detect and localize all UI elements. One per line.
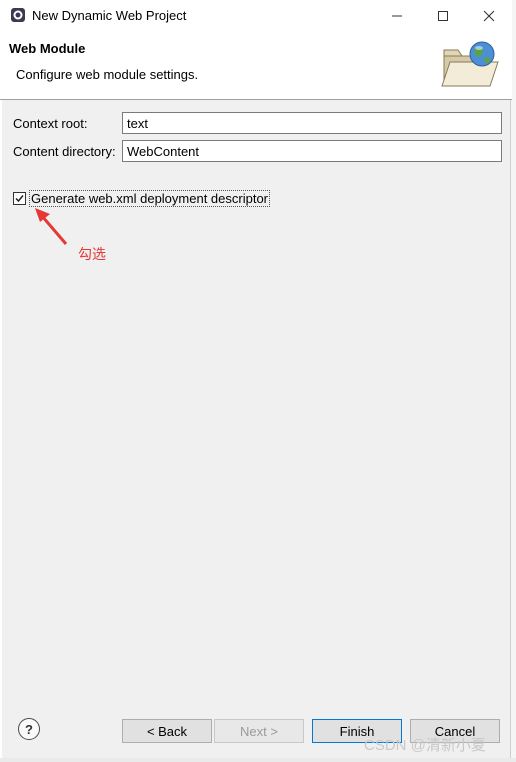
maximize-button[interactable] [420, 0, 466, 32]
checkmark-icon [15, 195, 24, 203]
csdn-watermark: CSDN @清新小夏 [364, 737, 486, 754]
next-button[interactable]: Next > [214, 719, 304, 743]
close-icon [483, 10, 495, 22]
red-arrow-annotation [35, 208, 68, 245]
minimize-icon [392, 15, 402, 17]
window-bottom-edge [0, 758, 516, 762]
page-title: Web Module [9, 41, 86, 56]
minimize-button[interactable] [374, 0, 420, 32]
content-directory-input[interactable] [122, 140, 502, 162]
back-button[interactable]: < Back [122, 719, 212, 743]
web-folder-globe-icon [441, 41, 499, 87]
close-button[interactable] [466, 0, 512, 32]
content-directory-label: Content directory: [13, 144, 116, 159]
help-icon[interactable]: ? [18, 718, 40, 740]
eclipse-app-icon [11, 8, 25, 22]
annotation-text: 勾选 [78, 246, 106, 262]
window-title: New Dynamic Web Project [32, 8, 187, 23]
maximize-icon [438, 11, 448, 21]
generate-descriptor-checkbox[interactable] [13, 192, 26, 205]
context-root-label: Context root: [13, 116, 88, 131]
background-editor-strip [510, 0, 516, 762]
page-description: Configure web module settings. [16, 67, 199, 82]
context-root-input[interactable] [122, 112, 502, 134]
